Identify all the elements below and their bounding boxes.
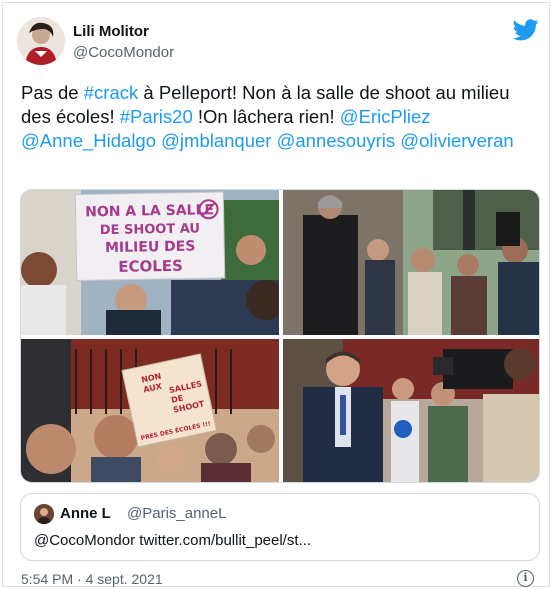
sign-line: DE SHOOT AU <box>100 221 200 238</box>
sign-line: MILIEU DES <box>105 238 196 256</box>
mention-annesouyris-link[interactable]: @annesouyris <box>277 130 396 151</box>
photo-speaker-crowd[interactable] <box>283 190 539 335</box>
tweet-header: Lili Molitor @CocoMondor <box>17 17 539 69</box>
photo-sign-near-school[interactable]: NON AUX SALLES DE SHOOT PRES DES ÉCOLES … <box>21 339 279 482</box>
tweet-text: Pas de #crack à Pelleport! Non à la sall… <box>21 81 539 153</box>
twitter-bird-icon[interactable] <box>512 19 539 41</box>
mention-jmblanquer-link[interactable]: @jmblanquer <box>161 130 271 151</box>
quote-avatar[interactable] <box>34 504 54 524</box>
quote-author-handle[interactable]: @Paris_anneL <box>127 505 226 522</box>
tweet-text-segment: Pas de <box>21 82 84 103</box>
info-icon[interactable]: i <box>517 570 534 587</box>
quote-author-name[interactable]: Anne L <box>60 505 111 522</box>
mention-olivierveran-link[interactable]: @olivierveran <box>400 130 513 151</box>
photo-interview-camera[interactable] <box>283 339 539 482</box>
author-handle[interactable]: @CocoMondor <box>73 44 174 61</box>
tweet-text-segment: !On lâchera rien! <box>192 106 340 127</box>
quote-text: @CocoMondor twitter.com/bullit_peel/st..… <box>34 532 312 549</box>
media-grid: NON A LA SALLE DE SHOOT AU MILIEU DES EC… <box>20 189 540 483</box>
author-name[interactable]: Lili Molitor <box>73 23 149 40</box>
hashtag-crack-link[interactable]: #crack <box>84 82 139 103</box>
sign-line: NON A LA SALLE <box>85 202 214 220</box>
mention-anne-hidalgo-link[interactable]: @Anne_Hidalgo <box>21 130 156 151</box>
hashtag-paris20-link[interactable]: #Paris20 <box>120 106 193 127</box>
tweet-timestamp[interactable]: 5:54 PM · 4 sept. 2021 <box>21 571 163 587</box>
mention-ericpliez-link[interactable]: @EricPliez <box>340 106 431 127</box>
tweet-card: Lili Molitor @CocoMondor Pas de #crack à… <box>2 2 550 587</box>
sign-line: ECOLES <box>118 257 183 276</box>
avatar[interactable] <box>17 17 65 65</box>
quoted-tweet[interactable]: Anne L @Paris_anneL @CocoMondor twitter.… <box>20 493 540 561</box>
photo-protest-sign[interactable]: NON A LA SALLE DE SHOOT AU MILIEU DES EC… <box>21 190 279 335</box>
